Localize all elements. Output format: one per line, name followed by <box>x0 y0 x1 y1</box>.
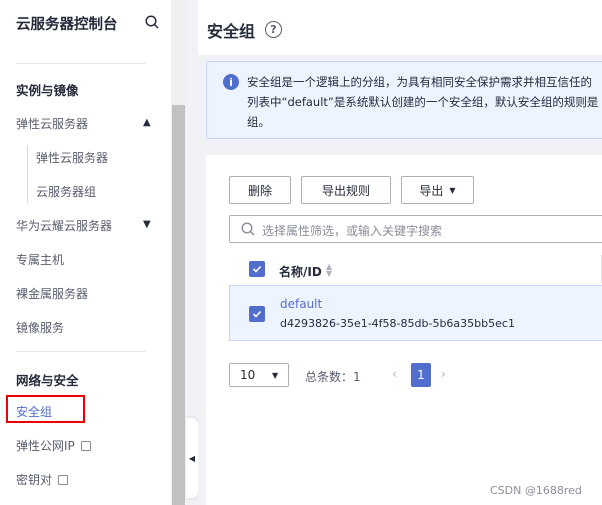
notice-line-3: 组。 <box>247 115 270 129</box>
sidebar: 云服务器控制台 实例与镜像 弹性云服务器 ▲ 弹性云服务器 云服务器组 华为云耀… <box>0 0 171 505</box>
collapse-sidebar-button[interactable]: ◀ <box>186 418 198 498</box>
security-group-id: d4293826-35e1-4f58-85db-5b6a35bb5ec1 <box>280 317 515 330</box>
sidebar-item-security-group[interactable]: 安全组 <box>16 403 52 420</box>
sidebar-item-ecs-sub[interactable]: 弹性云服务器 <box>36 149 108 166</box>
total-count: 总条数：1 <box>305 370 361 384</box>
divider <box>16 63 146 64</box>
export-rules-button[interactable]: 导出规则 <box>301 176 391 204</box>
divider <box>16 351 146 352</box>
sidebar-item-ecs[interactable]: 弹性云服务器 <box>16 115 88 132</box>
notice-line-2: 列表中“default”是系统默认创建的一个安全组，默认安全组的规则是 <box>247 95 599 109</box>
search-placeholder: 选择属性筛选，或输入关键字搜索 <box>262 224 443 238</box>
collapse-up-icon[interactable]: ▲ <box>143 117 151 128</box>
table-header: 名称/ID ▲ ▼ <box>229 255 602 285</box>
column-header-name-id[interactable]: 名称/ID <box>279 263 322 280</box>
chevron-left-icon[interactable]: ‹ <box>392 367 397 381</box>
page-size-select[interactable]: 10 ▼ <box>229 363 289 387</box>
sidebar-item-server-group[interactable]: 云服务器组 <box>36 183 96 200</box>
external-link-icon <box>80 441 91 451</box>
export-dropdown-button[interactable]: 导出 ▼ <box>401 176 474 204</box>
chevron-right-icon[interactable]: › <box>441 367 446 381</box>
caret-down-icon: ▼ <box>272 371 279 380</box>
security-group-name-link[interactable]: default <box>280 297 322 311</box>
page-size-value: 10 <box>240 368 256 382</box>
check-icon <box>252 265 262 273</box>
watermark: CSDN @1688red <box>490 484 582 497</box>
info-notice: i 安全组是一个逻辑上的分组，为具有相同安全保护需求并相互信任的 列表中“def… <box>206 61 602 139</box>
console-title: 云服务器控制台 <box>0 0 171 46</box>
select-all-checkbox[interactable] <box>249 261 265 277</box>
caret-down-icon: ▼ <box>449 185 456 195</box>
sidebar-item-bare-metal[interactable]: 裸金属服务器 <box>16 285 88 302</box>
sidebar-item-huawei-cloud[interactable]: 华为云耀云服务器 <box>16 217 112 234</box>
group-instances-images: 实例与镜像 <box>16 83 79 98</box>
security-group-list-card: 删除 导出规则 导出 ▼ 选择属性筛选，或输入关键字搜索 名称/ID ▲ ▼ def… <box>206 155 602 505</box>
sidebar-item-image-service[interactable]: 镜像服务 <box>16 319 64 336</box>
main-content: 安全组 ? i 安全组是一个逻辑上的分组，为具有相同安全保护需求并相互信任的 列… <box>198 0 602 505</box>
export-label: 导出 <box>419 183 444 198</box>
check-icon <box>252 310 262 318</box>
page-title: 安全组 <box>207 22 256 41</box>
delete-button[interactable]: 删除 <box>229 176 291 204</box>
table-row[interactable]: default d4293826-35e1-4f58-85db-5b6a35bb… <box>229 285 602 341</box>
scrollbar-thumb[interactable] <box>172 105 185 505</box>
sidebar-item-eip[interactable]: 弹性公网IP <box>16 437 91 454</box>
sidebar-item-keypair-label: 密钥对 <box>16 473 53 487</box>
sort-icon[interactable]: ▲ ▼ <box>326 263 332 278</box>
tree-line <box>27 145 28 203</box>
chevron-left-icon: ◀ <box>188 453 196 463</box>
search-icon <box>241 222 255 236</box>
expand-down-icon[interactable]: ▼ <box>143 219 151 230</box>
row-checkbox[interactable] <box>249 306 265 322</box>
group-network-security: 网络与安全 <box>16 373 79 388</box>
help-icon[interactable]: ? <box>265 21 282 38</box>
sidebar-item-keypair[interactable]: 密钥对 <box>16 471 69 488</box>
info-icon: i <box>223 74 239 90</box>
console-title-text: 云服务器控制台 <box>16 16 118 33</box>
sidebar-item-eip-label: 弹性公网IP <box>16 439 75 453</box>
notice-line-1: 安全组是一个逻辑上的分组，为具有相同安全保护需求并相互信任的 <box>247 75 592 89</box>
search-icon[interactable] <box>145 15 159 29</box>
page-button-current[interactable]: 1 <box>411 363 431 387</box>
sidebar-item-dedicated-host[interactable]: 专属主机 <box>16 251 64 268</box>
external-link-icon <box>58 475 69 485</box>
page-header: 安全组 ? <box>198 0 602 55</box>
search-input[interactable]: 选择属性筛选，或输入关键字搜索 <box>229 215 602 243</box>
